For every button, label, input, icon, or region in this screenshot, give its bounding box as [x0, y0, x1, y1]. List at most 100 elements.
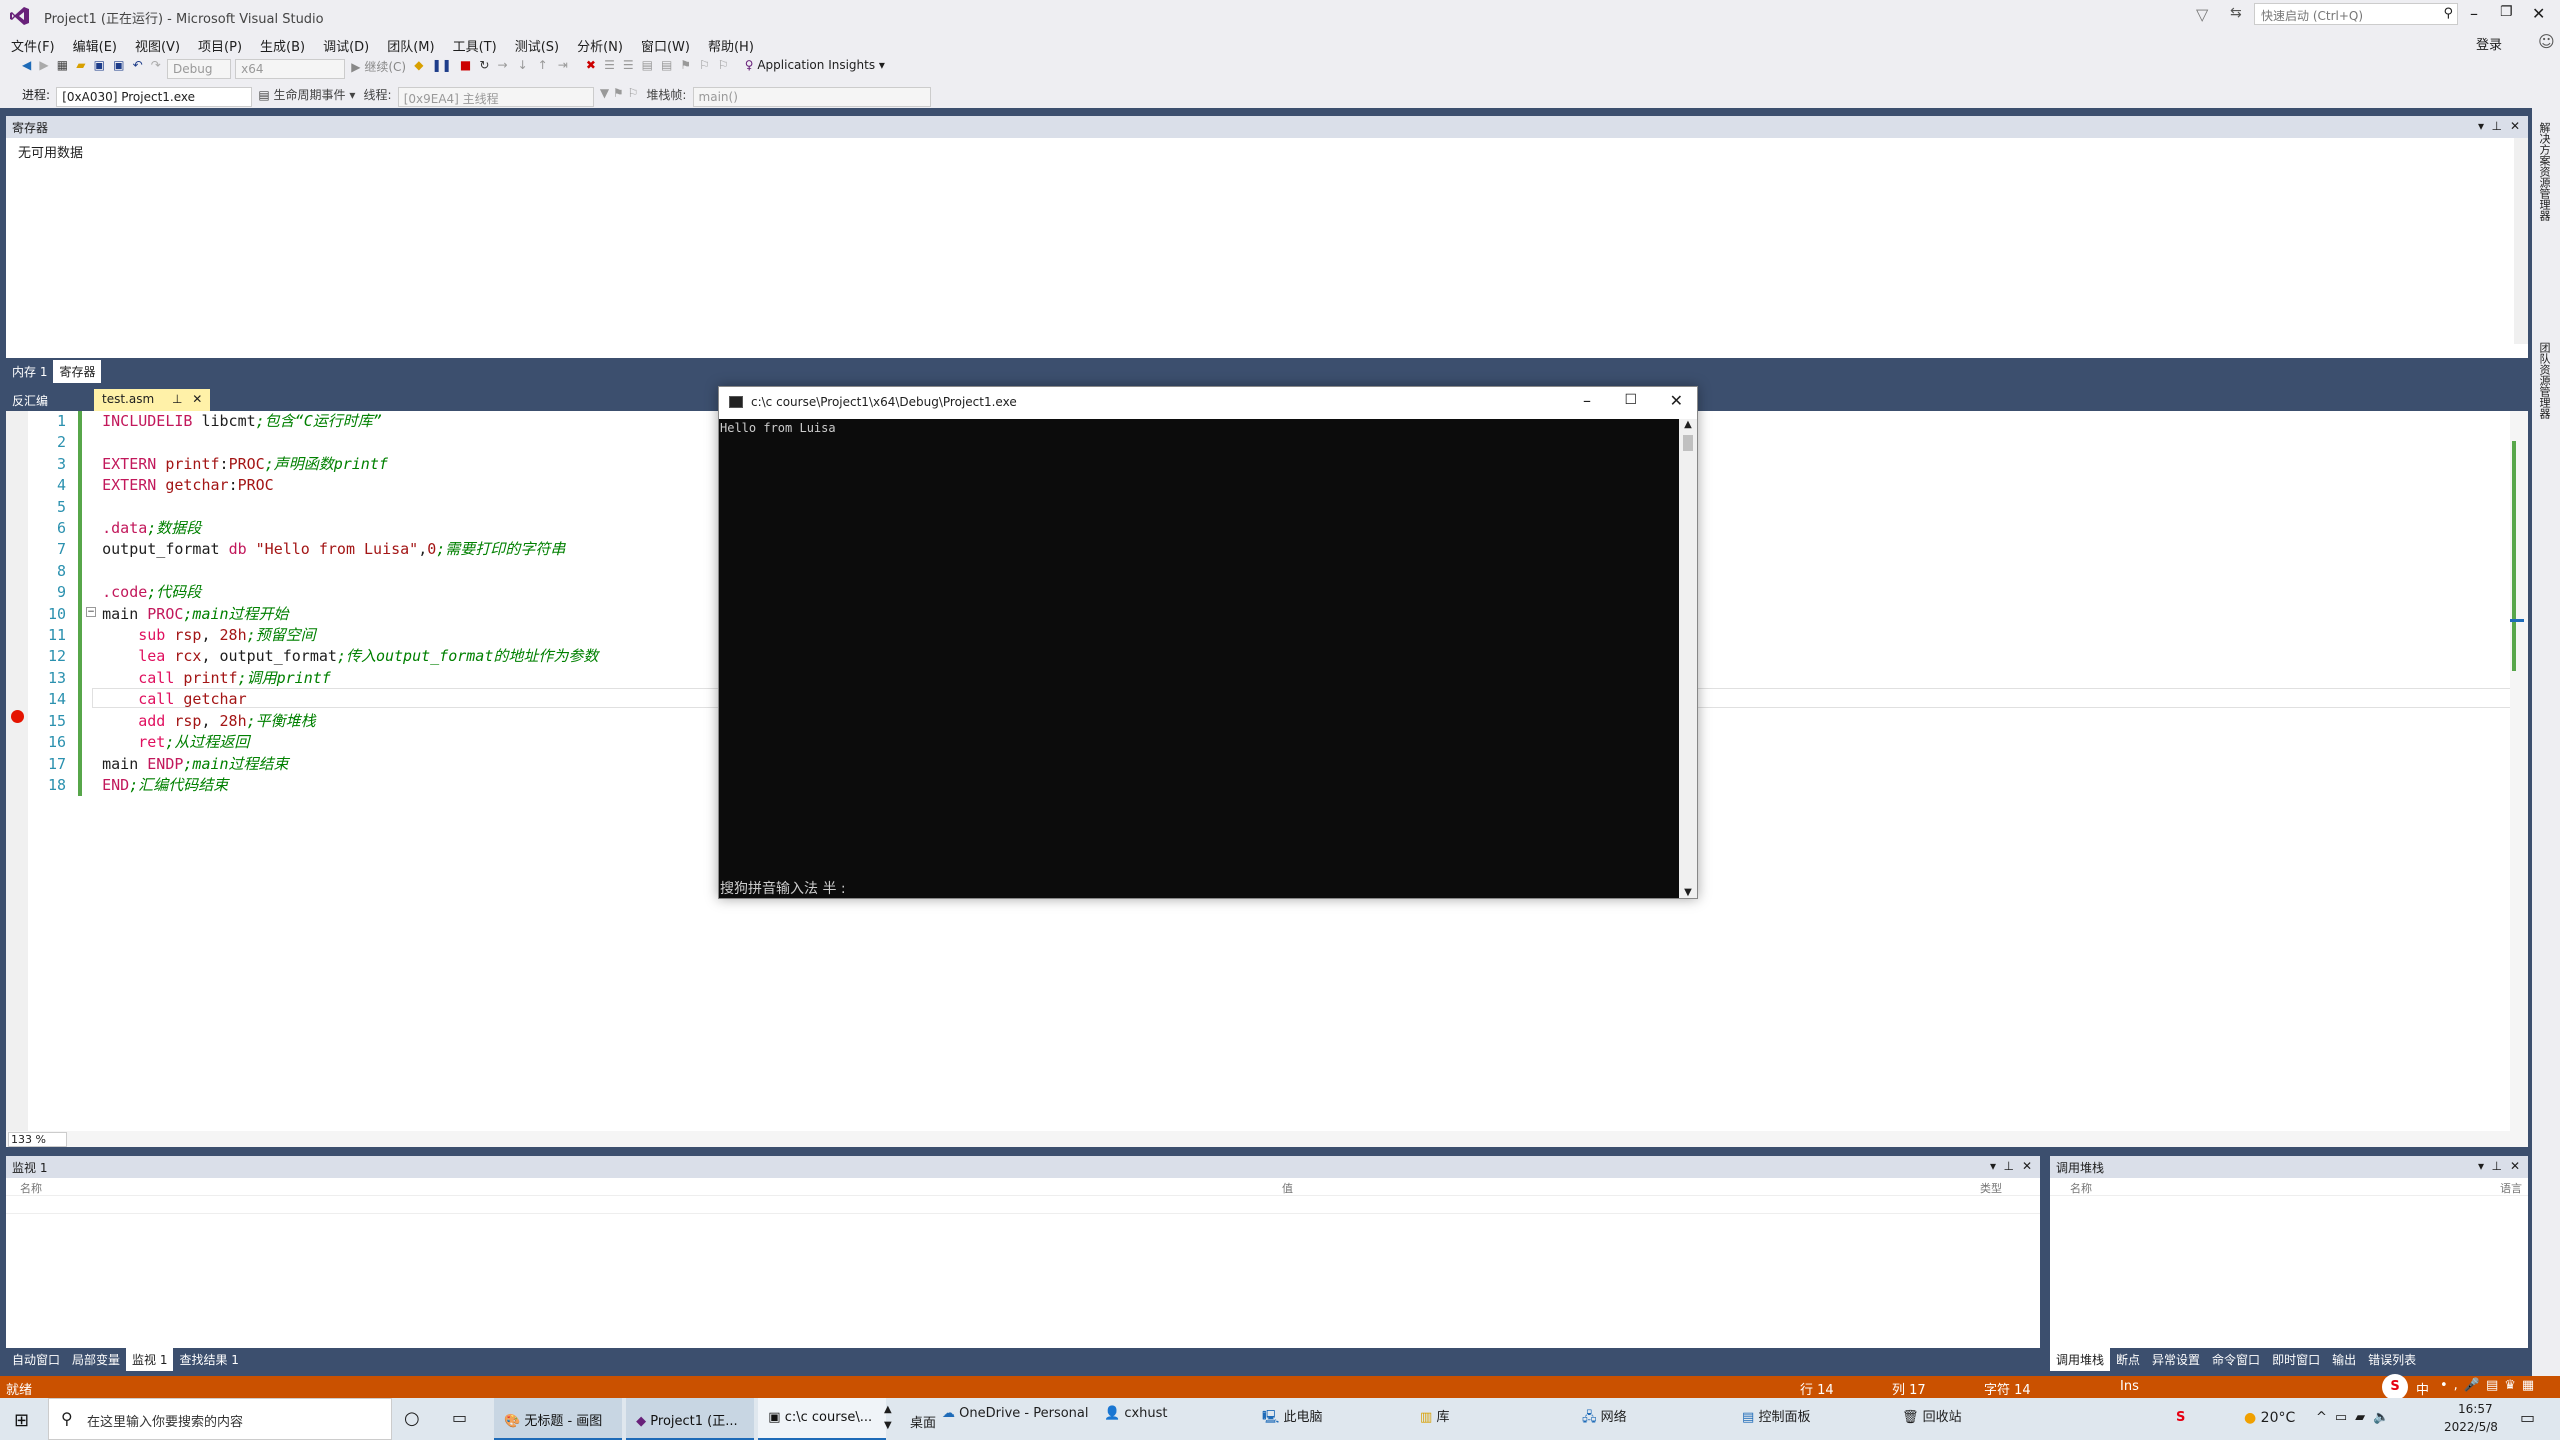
tab-autos[interactable]: 自动窗口 [6, 1348, 66, 1371]
config-combo[interactable]: Debug [166, 59, 231, 79]
tab-breakpoints[interactable]: 断点 [2110, 1348, 2146, 1371]
console-minimize-button[interactable]: – [1583, 391, 1591, 410]
weather-widget[interactable]: ● 20°C [2244, 1410, 2295, 1426]
callstack-menu-icon[interactable]: ▾ [2478, 1159, 2484, 1173]
tab-registers[interactable]: 寄存器 [53, 360, 102, 383]
tab-memory-1[interactable]: 内存 1 [6, 360, 53, 383]
tab-callstack[interactable]: 调用堆栈 [2050, 1348, 2111, 1371]
filter-icon[interactable]: ▽ [2196, 5, 2208, 24]
code-line[interactable]: 9 .code;代码段 [26, 582, 598, 603]
lifecycle-events[interactable]: ▤ 生命周期事件 ▾ [258, 86, 355, 108]
undo-icon[interactable]: ↶ [133, 58, 143, 80]
save-all-icon[interactable]: ▣ [113, 58, 124, 80]
step-icons[interactable]: →↓↑⇥ [498, 58, 578, 80]
this-pc-link[interactable]: 🖳 此电脑 [1262, 1406, 1323, 1430]
callstack-close-icon[interactable]: ✕ [2510, 1159, 2520, 1173]
clock-time[interactable]: 16:57 [2458, 1402, 2493, 1416]
code-line[interactable]: 6 .data;数据段 [26, 518, 598, 539]
thread-combo[interactable]: [0x9EA4] 主线程 [397, 87, 594, 107]
minimize-button[interactable]: – [2470, 4, 2478, 23]
start-icon[interactable]: ⊞ [14, 1410, 29, 1431]
network-link[interactable]: 🖧 网络 [1582, 1406, 1627, 1430]
watch-empty-row[interactable] [6, 1196, 2040, 1214]
misc-icons[interactable]: ☰☰▤▤⚑⚐⚐ [604, 58, 736, 80]
console-close-button[interactable]: ✕ [1670, 391, 1683, 410]
code-line[interactable]: 5 [26, 497, 598, 518]
toolbar-scroll-icon[interactable]: ▲ ▼ [884, 1402, 892, 1434]
tab-immediate-window[interactable]: 即时窗口 [2266, 1348, 2326, 1371]
watch-close-icon[interactable]: ✕ [2022, 1159, 2032, 1173]
code-line[interactable]: 16 ret;从过程返回 [26, 732, 598, 753]
console-scroll-thumb[interactable] [1683, 435, 1693, 451]
search-icon[interactable]: ⚲ [2443, 6, 2453, 21]
watch-menu-icon[interactable]: ▾ [1990, 1159, 1996, 1173]
callstack-col-name[interactable]: 名称 [2070, 1180, 2092, 1196]
console-scroll-down-icon[interactable]: ▼ [1679, 887, 1697, 898]
tab-error-list[interactable]: 错误列表 [2362, 1348, 2422, 1371]
callstack-col-lang[interactable]: 语言 [2500, 1180, 2522, 1196]
task-view-icon[interactable]: ▭ [452, 1408, 467, 1427]
team-explorer-tab[interactable]: 团队资源管理器 [2534, 338, 2554, 423]
tab-find-results[interactable]: 查找结果 1 [173, 1348, 244, 1371]
tab-locals[interactable]: 局部变量 [66, 1348, 126, 1371]
code-line[interactable]: 3 EXTERN printf:PROC;声明函数printf [26, 454, 598, 475]
code-line[interactable]: 10 main PROC;main过程开始 [26, 604, 598, 625]
tab-output[interactable]: 输出 [2326, 1348, 2362, 1371]
code-line[interactable]: 15 add rsp, 28h;平衡堆栈 [26, 711, 598, 732]
code-line[interactable]: 13 call printf;调用printf [26, 668, 598, 689]
process-icon[interactable]: ◆ [414, 58, 423, 80]
notification-icon[interactable]: ▭ [2520, 1408, 2535, 1427]
feedback-icon[interactable]: ⇆ [2230, 5, 2242, 21]
onedrive-link[interactable]: ☁ OneDrive - Personal [942, 1406, 1089, 1421]
maximize-button[interactable]: ❐ [2500, 4, 2513, 20]
exception-icon[interactable]: ✖ [586, 58, 596, 80]
desktop-toolbar-label[interactable]: 桌面 [910, 1412, 936, 1431]
editor-vscroll[interactable] [2510, 411, 2528, 1131]
new-project-icon[interactable]: ▦ [57, 58, 68, 80]
ime-tools-icons[interactable]: •,🎤▤♛▦ [2440, 1378, 2540, 1393]
code-line[interactable]: 8 [26, 561, 598, 582]
console-scroll-up-icon[interactable]: ▲ [1679, 419, 1697, 430]
continue-button[interactable]: ▶ 继续(C) [351, 58, 406, 80]
stack-combo[interactable]: main() [692, 87, 931, 107]
callstack-pin-icon[interactable]: ⊥ [2492, 1159, 2502, 1173]
code-line[interactable]: 14 call getchar [26, 689, 598, 710]
ime-indicator[interactable]: 中 [2416, 1379, 2429, 1398]
save-icon[interactable]: ▣ [94, 58, 105, 80]
pause-icon[interactable]: ❚❚ [432, 58, 452, 80]
console-maximize-button[interactable]: ☐ [1624, 392, 1637, 408]
sogou-logo-icon[interactable]: S [2382, 1374, 2408, 1400]
watch-pin-icon[interactable]: ⊥ [2004, 1159, 2014, 1173]
stop-icon[interactable]: ■ [460, 58, 471, 80]
open-icon[interactable]: ▰ [76, 58, 85, 80]
code-line[interactable]: 12 lea rcx, output_format;传入output_forma… [26, 646, 598, 667]
code-line[interactable]: 11 sub rsp, 28h;预留空间 [26, 625, 598, 646]
pin-icon[interactable]: ⊥ [2492, 119, 2502, 133]
tab-watch-1[interactable]: 监视 1 [126, 1348, 174, 1371]
panel-menu-icon[interactable]: ▾ [2478, 119, 2484, 133]
app-insights-button[interactable]: ♀ Application Insights ▾ [745, 58, 885, 80]
panel-close-icon[interactable]: ✕ [2510, 119, 2520, 133]
breakpoint-marker[interactable] [11, 710, 24, 723]
tab-disassembly[interactable]: 反汇编 [6, 389, 54, 412]
library-link[interactable]: ▥ 库 [1420, 1406, 1449, 1425]
close-button[interactable]: ✕ [2532, 4, 2545, 23]
console-body[interactable]: Hello from Luisa 搜狗拼音输入法 半 : [719, 419, 1679, 898]
tray-icons[interactable]: ^▭▰🔈 [2316, 1410, 2397, 1425]
code-line[interactable]: 1 INCLUDELIB libcmt;包含“C运行时库” [26, 411, 598, 432]
watch-col-name[interactable]: 名称 [20, 1180, 42, 1196]
tab-exception-settings[interactable]: 异常设置 [2146, 1348, 2206, 1371]
code-line[interactable]: 2 [26, 432, 598, 453]
platform-combo[interactable]: x64 [235, 59, 346, 79]
control-panel-link[interactable]: ▤ 控制面板 [1742, 1406, 1810, 1425]
zoom-combo[interactable]: 133 % [8, 1132, 67, 1147]
forward-icon[interactable]: ▶ [39, 58, 48, 80]
taskbar-app-console[interactable]: ▣ c:\c course\... [758, 1398, 887, 1440]
solution-explorer-tab[interactable]: 解决方案资源管理器 [2534, 118, 2554, 225]
watch-col-type[interactable]: 类型 [1980, 1180, 2002, 1196]
recycle-bin-link[interactable]: 🗑 回收站 [1902, 1406, 1962, 1425]
registers-scrollbar[interactable] [2514, 138, 2528, 344]
console-window[interactable]: c:\c course\Project1\x64\Debug\Project1.… [718, 386, 1698, 899]
tab-test-asm[interactable]: test.asm ⊥ ✕ [94, 389, 211, 411]
sogou-tray-icon[interactable]: S [2176, 1410, 2185, 1425]
